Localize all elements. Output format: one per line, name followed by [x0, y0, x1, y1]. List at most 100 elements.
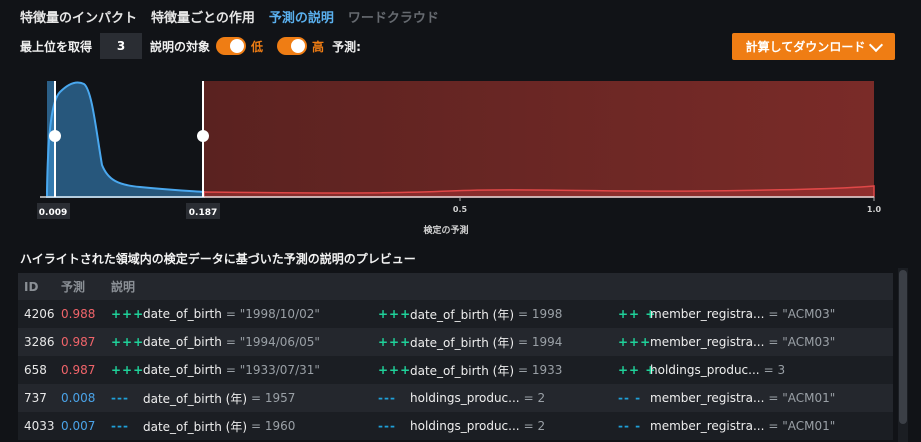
- row-prediction: 0.007: [61, 419, 96, 433]
- explanations-table: ID 予測 説明 4206 0.988 +++ date_of_birth = "199…: [18, 273, 893, 440]
- top-n-input[interactable]: [100, 33, 143, 59]
- strength-indicator: ---: [111, 391, 129, 405]
- table-row[interactable]: 737 0.008 --- date_of_birth (年) = 1957 --- hol…: [18, 384, 893, 412]
- table-row[interactable]: 4033 0.007 --- date_of_birth (年) = 1960 --- ho…: [18, 412, 893, 440]
- high-threshold-value: 0.187: [189, 208, 217, 218]
- low-threshold-value: 0.009: [39, 208, 67, 218]
- explanation-item: +++ date_of_birth = "1994/06/05": [111, 334, 378, 351]
- prediction-distribution-chart: 0.009 0.187 0.5 1.0 検定の予測: [37, 81, 882, 236]
- feature-name: member_registra...: [650, 391, 765, 405]
- table-row[interactable]: 3286 0.987 +++ date_of_birth = "1994/06/05" +…: [18, 328, 893, 356]
- feature-name: date_of_birth (年): [143, 391, 247, 406]
- explanation-item: +++ date_of_birth (年) = 1994: [378, 334, 618, 351]
- feature-value: = 1960: [251, 419, 296, 433]
- row-prediction: 0.988: [61, 307, 96, 321]
- strength-indicator: -- -: [618, 419, 642, 433]
- feature-name: member_registra...: [650, 419, 765, 433]
- strength-indicator: +++: [378, 307, 412, 321]
- row-id: 737: [24, 391, 47, 405]
- explanation-item: ++ + member_registra... = "ACM03": [618, 306, 868, 323]
- download-button-label: 計算してダウンロード: [745, 40, 866, 54]
- toggle-knob: [230, 39, 245, 53]
- compute-download-button[interactable]: 計算してダウンロード: [732, 33, 895, 60]
- low-toggle-label: 低: [251, 39, 264, 54]
- strength-indicator: ---: [111, 419, 129, 433]
- controls-row: 最上位を取得 説明の対象 低 高 予測:: [20, 33, 361, 59]
- table-scrollbar[interactable]: [898, 268, 908, 442]
- toggle-knob: [291, 39, 306, 53]
- explanation-item: -- - member_registra... = "ACM01": [618, 418, 868, 435]
- row-explanations: +++ date_of_birth = "1994/06/05" +++ date_of…: [111, 334, 893, 351]
- feature-value: = 2: [523, 391, 546, 405]
- target-label: 説明の対象: [150, 39, 211, 54]
- feature-value: = "ACM03": [768, 307, 836, 321]
- high-toggle-label: 高: [312, 39, 325, 54]
- feature-value: = "ACM03": [768, 335, 836, 349]
- row-explanations: --- date_of_birth (年) = 1960 --- holdings_pr…: [111, 418, 893, 435]
- high-threshold-region[interactable]: [204, 81, 874, 197]
- feature-name: member_registra...: [650, 335, 765, 349]
- feature-value: = 1998: [518, 307, 563, 321]
- row-explanations: +++ date_of_birth = "1933/07/31" +++ date_of…: [111, 362, 893, 379]
- tab-bar: 特徴量のインパクト 特徴量ごとの作用 予測の説明 ワードクラウド: [20, 7, 439, 26]
- feature-name: holdings_produc...: [410, 391, 520, 405]
- explanation-item: -- - member_registra... = "ACM01": [618, 390, 868, 407]
- feature-name: date_of_birth: [143, 335, 222, 349]
- explanation-item: +++ date_of_birth = "1998/10/02": [111, 306, 378, 323]
- scrollbar-thumb[interactable]: [899, 270, 907, 424]
- row-id: 4206: [24, 307, 55, 321]
- header-explanation: 説明: [111, 280, 136, 294]
- x-tick-label: 1.0: [867, 205, 882, 214]
- tab-word-cloud[interactable]: ワードクラウド: [348, 7, 439, 26]
- feature-name: member_registra...: [650, 307, 765, 321]
- strength-indicator: +++: [111, 335, 145, 349]
- table-header: ID 予測 説明: [18, 273, 893, 300]
- strength-indicator: +++: [111, 363, 145, 377]
- top-n-label: 最上位を取得: [20, 39, 93, 54]
- strength-indicator: +++: [378, 363, 412, 377]
- feature-value: = 1933: [518, 363, 563, 377]
- high-threshold-handle[interactable]: [197, 130, 209, 142]
- low-toggle[interactable]: [216, 37, 247, 55]
- strength-indicator: ---: [378, 419, 396, 433]
- strength-indicator: -- -: [618, 391, 642, 405]
- feature-name: date_of_birth (年): [410, 335, 514, 350]
- x-tick-label: 0.5: [453, 205, 468, 214]
- high-toggle[interactable]: [277, 37, 308, 55]
- chevron-down-icon: [869, 37, 884, 52]
- row-prediction: 0.008: [61, 391, 96, 405]
- row-explanations: --- date_of_birth (年) = 1957 --- holdings_pr…: [111, 390, 893, 407]
- explanation-item: +++ member_registra... = "ACM03": [618, 334, 868, 351]
- x-axis-title: 検定の予測: [423, 224, 468, 236]
- explanation-item: +++ date_of_birth (年) = 1933: [378, 362, 618, 379]
- feature-name: date_of_birth: [143, 307, 222, 321]
- low-threshold-handle[interactable]: [49, 130, 61, 142]
- feature-value: = 2: [523, 419, 546, 433]
- explanation-item: +++ date_of_birth (年) = 1998: [378, 306, 618, 323]
- preview-title: ハイライトされた領域内の検定データに基づいた予測の説明のプレビュー: [20, 252, 416, 266]
- tab-feature-impact[interactable]: 特徴量のインパクト: [20, 7, 137, 26]
- table-row[interactable]: 4206 0.988 +++ date_of_birth = "1998/10/02" +…: [18, 300, 893, 328]
- low-density-area: [46, 81, 205, 198]
- strength-indicator: +++: [618, 335, 652, 349]
- explanation-item: ++ + holdings_produc... = 3: [618, 362, 868, 379]
- feature-value: = "1994/06/05": [225, 335, 320, 349]
- feature-name: date_of_birth (年): [410, 363, 514, 378]
- tab-prediction-explanations[interactable]: 予測の説明: [269, 7, 334, 26]
- feature-value: = 1994: [518, 335, 563, 349]
- row-id: 4033: [24, 419, 55, 433]
- table-row[interactable]: 658 0.987 +++ date_of_birth = "1933/07/31" ++…: [18, 356, 893, 384]
- row-prediction: 0.987: [61, 335, 96, 349]
- feature-name: date_of_birth (年): [143, 419, 247, 434]
- header-prediction: 予測: [61, 280, 86, 294]
- strength-indicator: ++ +: [618, 307, 657, 321]
- explanation-item: --- date_of_birth (年) = 1957: [111, 390, 378, 407]
- feature-name: holdings_produc...: [650, 363, 760, 377]
- strength-indicator: +++: [378, 335, 412, 349]
- feature-value: = 1957: [251, 391, 296, 405]
- tab-feature-effects[interactable]: 特徴量ごとの作用: [151, 7, 255, 26]
- feature-value: = 3: [763, 363, 786, 377]
- feature-value: = "1933/07/31": [225, 363, 320, 377]
- feature-value: = "ACM01": [768, 419, 836, 433]
- explanation-item: --- holdings_produc... = 2: [378, 418, 618, 435]
